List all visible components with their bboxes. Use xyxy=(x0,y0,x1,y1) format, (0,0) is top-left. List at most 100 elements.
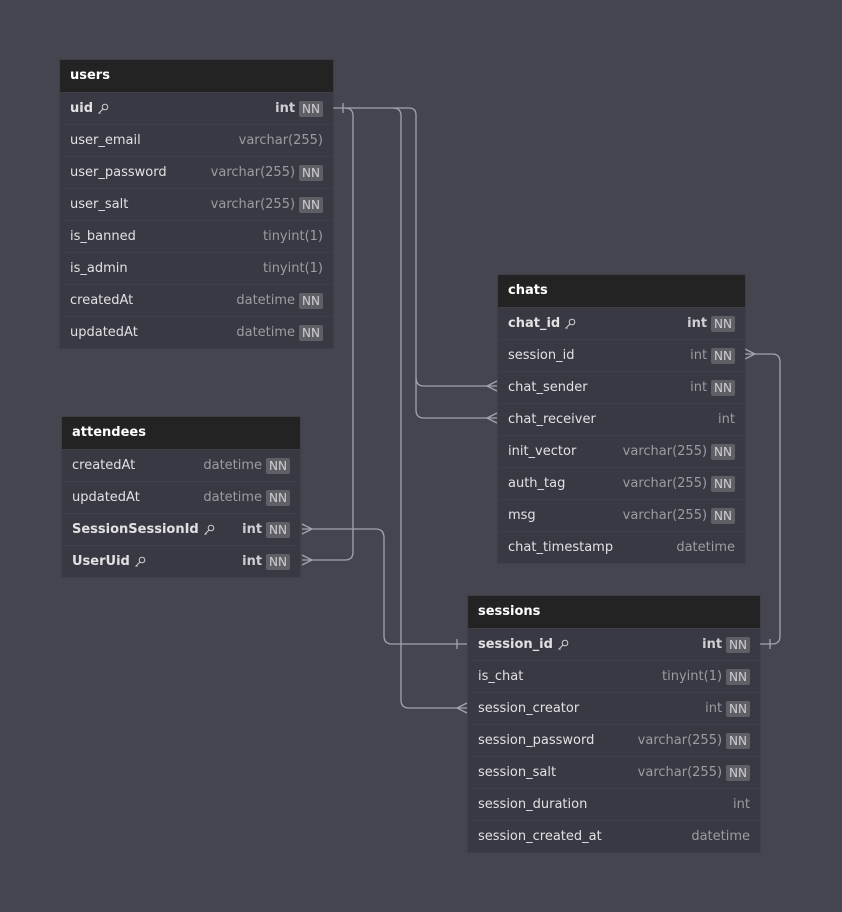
table-sessions[interactable]: sessions session_id int NN is_chat tinyint(1)… xyxy=(468,596,760,852)
field-name: SessionSessionId xyxy=(72,522,242,537)
field-type: datetime xyxy=(676,540,735,555)
field-name: user_password xyxy=(70,165,211,180)
table-title: sessions xyxy=(468,596,760,628)
key-icon xyxy=(134,556,146,568)
field-name-text: session_duration xyxy=(478,797,588,812)
field-type: varchar(255) xyxy=(210,165,296,180)
field-row[interactable]: session_id int NN xyxy=(468,628,760,660)
field-row[interactable]: session_duration int xyxy=(468,788,760,820)
field-row[interactable]: chat_receiver int xyxy=(498,403,745,435)
not-null-badge: NN xyxy=(726,764,750,781)
table-attendees[interactable]: attendees createdAt datetime NN updatedAt dat… xyxy=(62,417,300,577)
rel-users-chat-receiver xyxy=(415,378,497,419)
field-name-text: user_email xyxy=(70,133,141,148)
field-type: int xyxy=(718,412,735,427)
field-type: int xyxy=(705,701,723,716)
field-name-text: user_password xyxy=(70,165,167,180)
field-row[interactable]: chat_sender int NN xyxy=(498,371,745,403)
field-name: UserUid xyxy=(72,554,242,569)
field-row[interactable]: user_salt varchar(255) NN xyxy=(60,188,333,220)
field-type: int xyxy=(690,380,708,395)
field-name-text: uid xyxy=(70,101,94,116)
field-name-text: chat_sender xyxy=(508,380,588,395)
field-type: datetime xyxy=(203,458,263,473)
field-name: user_salt xyxy=(70,197,211,212)
rel-users-uid-trunk xyxy=(333,107,417,116)
field-name-text: init_vector xyxy=(508,444,577,459)
field-row[interactable]: createdAt datetime NN xyxy=(62,449,300,481)
field-type: int xyxy=(702,637,723,652)
field-name-text: session_id xyxy=(508,348,575,363)
field-name: session_creator xyxy=(478,701,705,716)
field-name: session_salt xyxy=(478,765,638,780)
field-type: tinyint(1) xyxy=(262,229,323,244)
field-name-text: createdAt xyxy=(72,458,136,473)
field-row[interactable]: msg varchar(255) NN xyxy=(498,499,745,531)
field-row[interactable]: is_chat tinyint(1) NN xyxy=(468,660,760,692)
field-row[interactable]: session_password varchar(255) NN xyxy=(468,724,760,756)
field-type: tinyint(1) xyxy=(262,261,323,276)
field-name-text: is_chat xyxy=(478,669,524,684)
field-name-text: updatedAt xyxy=(70,325,138,340)
field-name-text: session_id xyxy=(478,637,553,652)
field-row[interactable]: uid int NN xyxy=(60,92,333,124)
field-name-text: is_admin xyxy=(70,261,128,276)
many-marker xyxy=(301,523,314,535)
field-row[interactable]: is_admin tinyint(1) xyxy=(60,252,333,284)
field-row[interactable]: session_creator int NN xyxy=(468,692,760,724)
not-null-badge: NN xyxy=(726,700,750,717)
field-row[interactable]: chat_timestamp datetime xyxy=(498,531,745,563)
table-title: attendees xyxy=(62,417,300,449)
key-icon xyxy=(203,524,215,536)
field-row[interactable]: UserUid int NN xyxy=(62,545,300,577)
not-null-badge: NN xyxy=(726,732,750,749)
not-null-badge: NN xyxy=(266,521,290,538)
field-name-text: is_banned xyxy=(70,229,136,244)
field-row[interactable]: updatedAt datetime NN xyxy=(60,316,333,348)
field-row[interactable]: user_email varchar(255) xyxy=(60,124,333,156)
not-null-badge: NN xyxy=(299,324,323,341)
field-row[interactable]: SessionSessionId int NN xyxy=(62,513,300,545)
table-title: chats xyxy=(498,275,745,307)
field-type: varchar(255) xyxy=(637,733,723,748)
field-row[interactable]: chat_id int NN xyxy=(498,307,745,339)
field-row[interactable]: session_salt varchar(255) NN xyxy=(468,756,760,788)
field-type: datetime xyxy=(236,293,296,308)
field-name: is_admin xyxy=(70,261,263,276)
field-name-text: chat_id xyxy=(508,316,561,331)
key-icon xyxy=(557,639,569,651)
field-row[interactable]: session_id int NN xyxy=(498,339,745,371)
field-type: datetime xyxy=(691,829,750,844)
field-type: int xyxy=(690,348,708,363)
field-type: tinyint(1) xyxy=(662,669,723,684)
field-row[interactable]: is_banned tinyint(1) xyxy=(60,220,333,252)
not-null-badge: NN xyxy=(711,475,735,492)
field-name-text: user_salt xyxy=(70,197,129,212)
table-users[interactable]: users uid int NN user_email varchar(255) user_… xyxy=(60,60,333,348)
field-name-text: UserUid xyxy=(72,554,130,569)
many-marker xyxy=(485,412,498,424)
field-name: session_password xyxy=(478,733,638,748)
field-row[interactable]: user_password varchar(255) NN xyxy=(60,156,333,188)
field-name-text: session_salt xyxy=(478,765,557,780)
not-null-badge: NN xyxy=(711,315,735,332)
field-row[interactable]: auth_tag varchar(255) NN xyxy=(498,467,745,499)
not-null-badge: NN xyxy=(726,636,750,653)
not-null-badge: NN xyxy=(711,507,735,524)
not-null-badge: NN xyxy=(266,457,290,474)
field-row[interactable]: createdAt datetime NN xyxy=(60,284,333,316)
many-marker xyxy=(455,702,468,714)
rel-sessions-attendees xyxy=(302,528,467,645)
field-row[interactable]: updatedAt datetime NN xyxy=(62,481,300,513)
table-chats[interactable]: chats chat_id int NN session_id int NN chat_sen… xyxy=(498,275,745,563)
field-name: uid xyxy=(70,101,275,116)
not-null-badge: NN xyxy=(266,489,290,506)
rel-users-sessions xyxy=(392,107,467,709)
field-type: varchar(255) xyxy=(637,765,723,780)
not-null-badge: NN xyxy=(711,379,735,396)
field-type: int xyxy=(733,797,750,812)
field-type: varchar(255) xyxy=(238,133,323,148)
field-row[interactable]: session_created_at datetime xyxy=(468,820,760,852)
field-row[interactable]: init_vector varchar(255) NN xyxy=(498,435,745,467)
key-icon xyxy=(97,103,109,115)
